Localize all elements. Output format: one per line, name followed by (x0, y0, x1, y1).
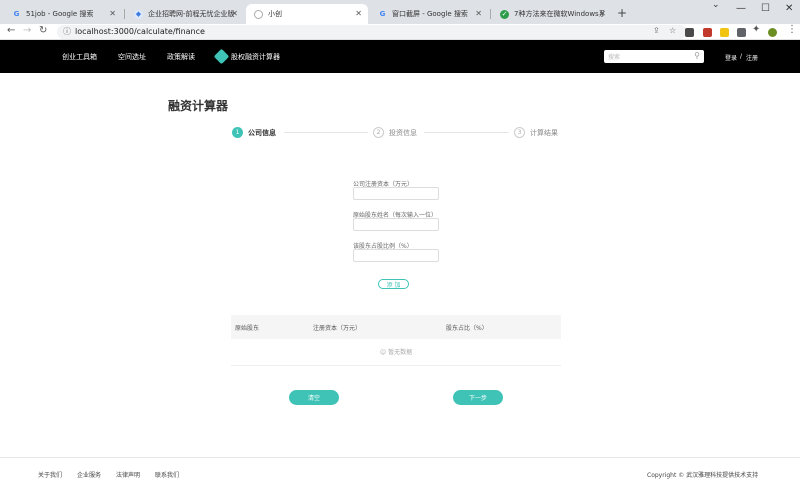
step-3-label: 计算结果 (530, 129, 558, 137)
next-step-button[interactable]: 下一步 (453, 390, 503, 405)
tab-close-icon[interactable]: ✕ (231, 9, 238, 18)
site-footer: 关于我们 企业服务 法律声明 联系我们 Copyright © 武汉雅理科技提供… (0, 457, 800, 484)
footer-link-about[interactable]: 关于我们 (38, 470, 62, 479)
step-connector (284, 132, 368, 133)
footer-link-services[interactable]: 企业服务 (77, 470, 101, 479)
calculator-logo-icon (213, 48, 230, 65)
nav-item-policy[interactable]: 政策解读 (167, 52, 195, 62)
back-icon[interactable]: ← (7, 25, 15, 36)
clear-button[interactable]: 清空 (289, 390, 339, 405)
auth-separator: / (740, 53, 743, 60)
nav-item-toolbox[interactable]: 创业工具箱 (62, 52, 97, 62)
site-nav: 创业工具箱 空间选址 政策解读 股权融资计算器 搜索 ⚲ 登录 / 注册 (0, 40, 800, 73)
footer-link-contact[interactable]: 联系我们 (155, 470, 179, 479)
table-body: ☺ 暂无数据 (231, 339, 561, 366)
tab-separator (124, 9, 125, 19)
new-tab-icon[interactable]: + (617, 6, 627, 20)
bookmark-star-icon[interactable]: ☆ (669, 26, 676, 35)
address-bar[interactable]: ⓘ localhost:3000/calculate/finance ⇪ ☆ (57, 25, 687, 39)
extension-icon[interactable] (685, 28, 694, 37)
search-icon[interactable]: ⚲ (694, 51, 700, 60)
reload-icon[interactable]: ↻ (39, 25, 47, 36)
profile-avatar[interactable] (768, 28, 777, 37)
footer-link-legal[interactable]: 法律声明 (116, 470, 140, 479)
google-favicon-icon: G (379, 10, 386, 18)
register-link[interactable]: 注册 (746, 53, 758, 62)
tab-title: 51job - Google 搜索 (26, 10, 94, 18)
column-header: 原始股东 (235, 325, 260, 332)
globe-favicon-icon (254, 9, 263, 19)
info-icon[interactable]: ⓘ (63, 26, 71, 37)
tab-close-icon[interactable]: ✕ (109, 9, 116, 18)
tab-search-icon[interactable]: ⌄ (712, 0, 720, 10)
browser-tabstrip: G 51job - Google 搜索 ✕ ◆ 企业招聘网-前程无忧企业版-51… (0, 0, 800, 24)
tab-title: 7种方法来在微软Windows系统中 (514, 10, 604, 18)
login-link[interactable]: 登录 (725, 53, 737, 62)
address-url: localhost:3000/calculate/finance (75, 27, 205, 36)
maximize-icon[interactable]: ☐ (761, 3, 770, 14)
browser-tab-screenshot[interactable]: G 窗口截屏 - Google 搜索 ✕ (370, 4, 488, 24)
capital-input[interactable] (353, 187, 439, 200)
extensions-puzzle-icon[interactable]: ✦ (752, 24, 760, 35)
search-input[interactable]: 搜索 ⚲ (604, 50, 704, 63)
shareholder-input[interactable] (353, 218, 439, 231)
ratio-input[interactable] (353, 249, 439, 262)
extension-icon[interactable] (720, 28, 729, 37)
browser-tab-51job[interactable]: G 51job - Google 搜索 ✕ (4, 4, 122, 24)
nav-item-location[interactable]: 空间选址 (118, 52, 146, 62)
shareholder-table: 原始股东 注册资本（万元） 股东占比（%） ☺ 暂无数据 (231, 315, 561, 366)
wikihow-favicon-icon: ✓ (500, 9, 509, 19)
tab-close-icon[interactable]: ✕ (599, 9, 606, 18)
empty-icon: ☺ (379, 349, 389, 356)
tab-title: 企业招聘网-前程无忧企业版-51job (148, 10, 236, 18)
extension-icon[interactable] (737, 28, 746, 37)
nav-item-calculator[interactable]: 股权融资计算器 (231, 52, 280, 62)
tab-close-icon[interactable]: ✕ (355, 9, 362, 18)
tab-title: 窗口截屏 - Google 搜索 (392, 10, 468, 18)
browser-tab-enterprise[interactable]: ◆ 企业招聘网-前程无忧企业版-51job ✕ (126, 4, 244, 24)
tab-close-icon[interactable]: ✕ (475, 9, 482, 18)
browser-toolbar: ← → ↻ ⓘ localhost:3000/calculate/finance… (0, 24, 800, 40)
table-header: 原始股东 注册资本（万元） 股东占比（%） (231, 315, 561, 339)
step-connector (424, 132, 509, 133)
empty-text: 暂无数据 (388, 349, 413, 356)
step-1-circle: 1 (232, 127, 243, 138)
step-1-label: 公司信息 (248, 129, 276, 137)
browser-tab-xiaochuang[interactable]: 小创 ✕ (246, 4, 368, 24)
menu-icon[interactable]: ⋮ (787, 24, 797, 35)
copyright-text: Copyright © 武汉雅理科技提供技术支持 (647, 472, 759, 479)
page-title: 融资计算器 (168, 99, 229, 113)
extension-icon[interactable] (703, 28, 712, 37)
tab-separator (490, 9, 491, 19)
minimize-icon[interactable]: — (736, 3, 746, 14)
tab-title: 小创 (268, 10, 282, 18)
column-header: 注册资本（万元） (313, 325, 362, 332)
add-button[interactable]: 添 加 (378, 279, 409, 289)
browser-tab-windows[interactable]: ✓ 7种方法来在微软Windows系统中 ✕ (492, 4, 612, 24)
google-favicon-icon: G (13, 10, 20, 18)
site-favicon-icon: ◆ (134, 9, 143, 19)
column-header: 股东占比（%） (446, 325, 488, 332)
forward-icon[interactable]: → (23, 25, 31, 36)
search-placeholder: 搜索 (608, 54, 621, 61)
empty-state: ☺ 暂无数据 (231, 347, 561, 356)
step-2-circle: 2 (373, 127, 384, 138)
share-icon[interactable]: ⇪ (653, 26, 660, 35)
close-window-icon[interactable]: ✕ (785, 3, 793, 14)
step-3-circle: 3 (514, 127, 525, 138)
step-2-label: 投资信息 (389, 129, 417, 137)
